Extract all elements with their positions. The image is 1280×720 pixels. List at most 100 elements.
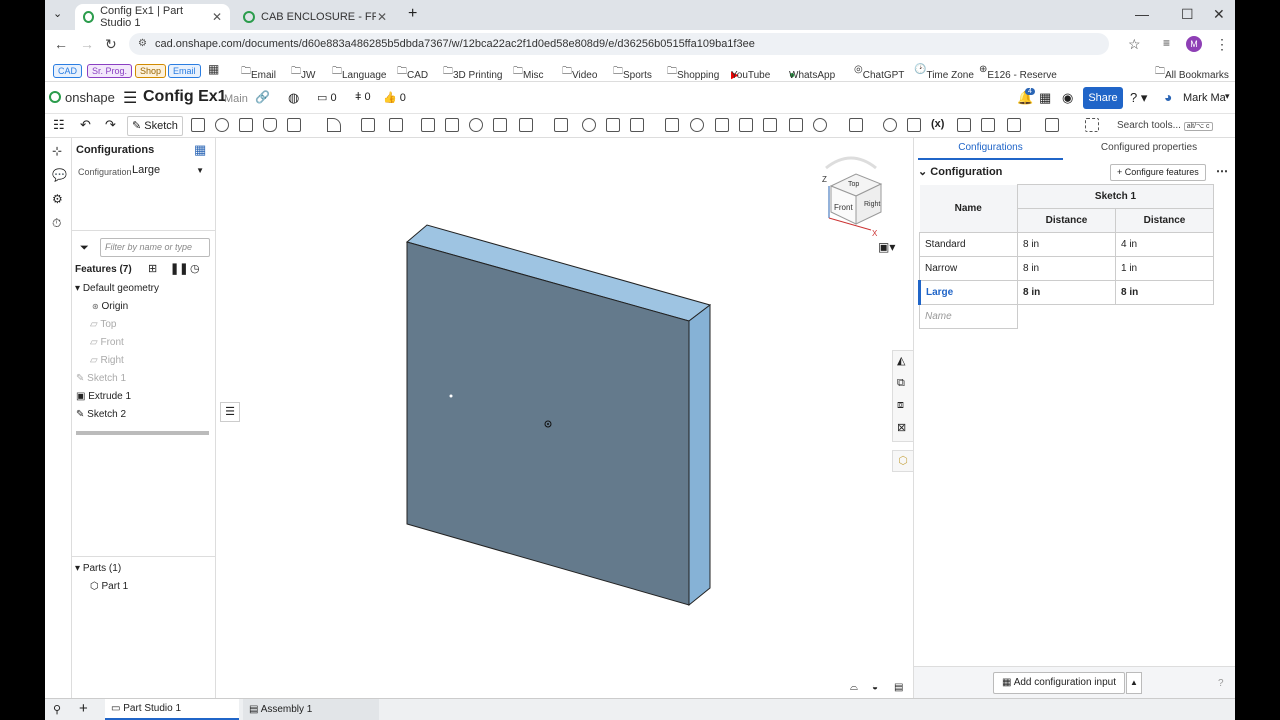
- feature-top-plane[interactable]: ▱ Top: [90, 319, 116, 330]
- configuration-section-header[interactable]: ⌄ Configuration: [918, 165, 1002, 178]
- fillet-icon[interactable]: [327, 118, 341, 132]
- rib-icon[interactable]: [421, 118, 435, 132]
- configuration-select[interactable]: Large ▼: [132, 164, 208, 180]
- row-distance-2-cell[interactable]: 8 in: [1115, 280, 1214, 305]
- bookmark-language[interactable]: 🗀 Language: [332, 64, 387, 81]
- feature-extrude-1[interactable]: ▣ Extrude 1: [76, 391, 131, 402]
- feature-origin[interactable]: ⊛ Origin: [92, 301, 128, 312]
- bookmark-chatgpt[interactable]: ◎ ChatGPT: [854, 64, 904, 81]
- mate-connector-icon[interactable]: [813, 118, 827, 132]
- sheet-metal-icon[interactable]: [907, 118, 921, 132]
- shell-icon[interactable]: [445, 118, 459, 132]
- modify-fillet-icon[interactable]: [690, 118, 704, 132]
- simulation-icon[interactable]: [1045, 118, 1059, 132]
- undo-icon[interactable]: ↶: [80, 117, 91, 133]
- chamfer-icon[interactable]: [361, 118, 375, 132]
- share-button[interactable]: Share: [1083, 87, 1123, 109]
- apps-grid-icon[interactable]: ▦: [208, 62, 219, 76]
- likes-icon[interactable]: 👍 0: [383, 91, 406, 104]
- bookmark-misc[interactable]: 🗀 Misc: [513, 64, 544, 81]
- redo-icon[interactable]: ↷: [105, 117, 116, 133]
- document-title[interactable]: Config Ex1: [143, 88, 227, 106]
- forward-icon[interactable]: →: [80, 36, 94, 52]
- url-field[interactable]: ⚙ cad.onshape.com/documents/d60e883a4862…: [129, 33, 1109, 55]
- all-bookmarks[interactable]: 🗀 All Bookmarks: [1155, 64, 1229, 81]
- part-right-face[interactable]: [688, 303, 711, 607]
- row-distance-2-cell[interactable]: 1 in: [1115, 256, 1214, 281]
- row-distance-1-cell[interactable]: 8 in: [1017, 256, 1116, 281]
- tab-configurations[interactable]: Configurations: [918, 142, 1063, 160]
- add-folder-icon[interactable]: ⊞: [148, 262, 157, 275]
- revolve-icon[interactable]: [215, 118, 229, 132]
- insert-tab-icon[interactable]: +: [79, 700, 88, 717]
- tab-config-ex1[interactable]: Config Ex1 | Part Studio 1 ✕: [75, 4, 230, 30]
- parts-folder[interactable]: ▾ Parts (1): [75, 563, 121, 574]
- add-custom-feature-icon[interactable]: [1085, 118, 1099, 132]
- sweep-icon[interactable]: [239, 118, 253, 132]
- pattern-icon[interactable]: [519, 118, 533, 132]
- delete-part-icon[interactable]: [665, 118, 679, 132]
- rollback-timer-icon[interactable]: ◷: [190, 262, 200, 275]
- tab-search-chevron-icon[interactable]: ⌄: [53, 7, 62, 20]
- feature-list-icon[interactable]: ☷: [53, 117, 65, 133]
- more-options-icon[interactable]: ⋯: [1216, 164, 1228, 178]
- render-mode-icon[interactable]: ⌓: [850, 682, 858, 693]
- reload-icon[interactable]: ↻: [105, 36, 117, 53]
- row-name-cell[interactable]: Large: [918, 280, 1018, 305]
- appearance-icon[interactable]: ◭: [897, 354, 905, 367]
- window-close-icon[interactable]: ✕: [1213, 6, 1225, 23]
- feature-sketch-2[interactable]: ✎ Sketch 2: [76, 409, 126, 420]
- thicken-icon[interactable]: [287, 118, 301, 132]
- section-view-icon[interactable]: ⧈: [897, 399, 904, 412]
- learning-icon[interactable]: ◉: [1062, 90, 1073, 106]
- plane-icon[interactable]: [789, 118, 803, 132]
- user-name[interactable]: Mark Ma: [1183, 92, 1226, 104]
- search-tools-input[interactable]: Search tools... alt/⌥ c: [1111, 116, 1221, 136]
- bookmark-sr-prog[interactable]: Sr. Prog.: [87, 64, 133, 78]
- globe-icon[interactable]: ◍: [288, 90, 299, 106]
- profile-avatar[interactable]: M: [1186, 36, 1202, 52]
- tag-icon[interactable]: [981, 118, 995, 132]
- configure-features-button[interactable]: + Configure features: [1110, 164, 1206, 181]
- tab-cab-enclosure[interactable]: CAB ENCLOSURE - FRONT CEN ✕: [235, 4, 395, 30]
- bookmark-cad-folder[interactable]: 🗀 CAD: [397, 64, 428, 81]
- maximize-icon[interactable]: ☐: [1181, 6, 1194, 23]
- helix-icon[interactable]: [849, 118, 863, 132]
- tab-manager-icon[interactable]: ⚲: [53, 703, 61, 716]
- new-tab-icon[interactable]: +: [408, 5, 417, 23]
- row-distance-1-cell[interactable]: 8 in: [1017, 232, 1116, 257]
- bookmark-email[interactable]: 🗀 Email: [241, 64, 276, 81]
- back-icon[interactable]: ←: [54, 36, 68, 52]
- frames-icon[interactable]: [957, 118, 971, 132]
- tab-part-studio-1[interactable]: ▭ Part Studio 1: [105, 699, 239, 720]
- mass-properties-icon[interactable]: ⬡: [892, 450, 914, 472]
- replace-face-icon[interactable]: [739, 118, 753, 132]
- bookmark-star-icon[interactable]: ☆: [1128, 36, 1141, 53]
- parts-rail-icon[interactable]: ⚙: [52, 192, 63, 206]
- extrude-icon[interactable]: [191, 118, 205, 132]
- feature-front-plane[interactable]: ▱ Front: [90, 337, 124, 348]
- hide-icon[interactable]: ▤: [894, 682, 903, 693]
- variable-icon[interactable]: (x): [931, 118, 944, 130]
- row-name-cell[interactable]: Standard: [919, 232, 1018, 257]
- site-info-icon[interactable]: ⚙: [138, 33, 147, 55]
- versions-icon[interactable]: ▭ 0: [317, 91, 337, 104]
- branches-icon[interactable]: ǂ 0: [355, 91, 371, 103]
- chrome-menu-icon[interactable]: ⋮: [1215, 36, 1229, 53]
- draft-icon[interactable]: [389, 118, 403, 132]
- variables-icon[interactable]: ⊠: [897, 421, 906, 434]
- bookmark-sports[interactable]: 🗀 Sports: [613, 64, 652, 81]
- help-icon[interactable]: ? ▾: [1130, 90, 1147, 106]
- onshape-logo[interactable]: onshape: [65, 90, 115, 105]
- transform-icon[interactable]: [630, 118, 644, 132]
- thread-icon[interactable]: [493, 118, 507, 132]
- bookmark-shop[interactable]: Shop: [135, 64, 167, 78]
- minimize-icon[interactable]: —: [1135, 6, 1149, 22]
- loft-icon[interactable]: [263, 118, 277, 132]
- history-rail-icon[interactable]: ⏱: [52, 216, 61, 231]
- graphics-viewport[interactable]: ☰ Top Front Right Z X ▣▾ ◭ ⧉ ⧈ ⊠ ⬡ ⌓ ◒ ▤: [216, 138, 914, 698]
- view-options-icon[interactable]: ▣▾: [878, 240, 895, 254]
- measure-icon[interactable]: ⧉: [897, 377, 905, 390]
- configurations-rail-icon[interactable]: ⊹: [52, 144, 62, 158]
- bookmark-shopping[interactable]: 🗀 Shopping: [667, 64, 719, 81]
